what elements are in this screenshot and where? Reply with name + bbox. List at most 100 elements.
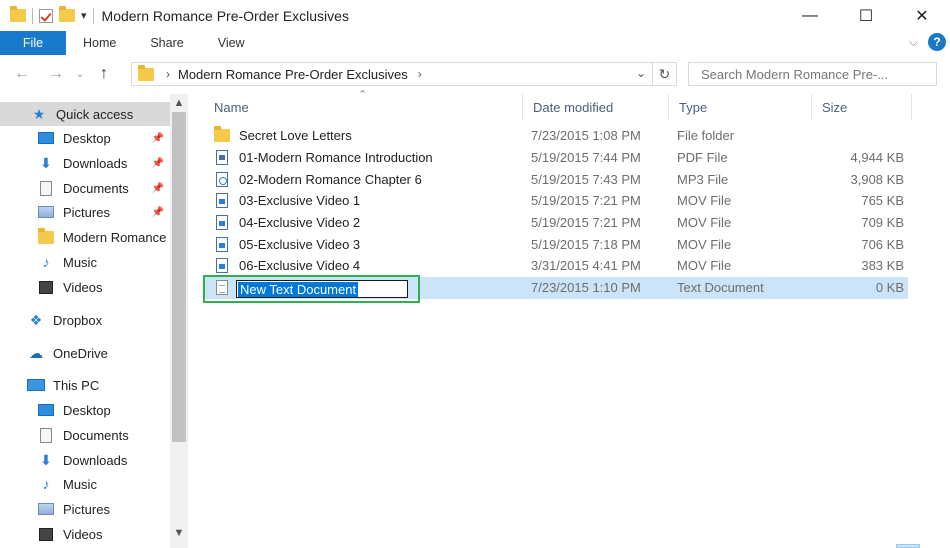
- column-headers: ⌃ Name Date modified Type Size: [204, 89, 914, 120]
- sidebar-item-downloads[interactable]: ⬇ Downloads 📌: [0, 151, 170, 175]
- sidebar-item-music[interactable]: ♪ Music: [0, 250, 170, 274]
- pin-icon[interactable]: 📌: [152, 133, 164, 144]
- sidebar-item-pc-documents[interactable]: Documents: [0, 423, 170, 447]
- new-folder-icon[interactable]: [59, 6, 75, 22]
- chevron-right-icon[interactable]: ›: [418, 67, 422, 81]
- pictures-icon: [38, 503, 54, 515]
- pdf-file-icon: [216, 150, 228, 166]
- title-bar: ▾ Modern Romance Pre-Order Exclusives — …: [0, 0, 950, 31]
- file-row[interactable]: 03-Exclusive Video 1 5/19/2015 7:21 PM M…: [204, 190, 908, 212]
- file-row[interactable]: Secret Love Letters 7/23/2015 1:08 PM Fi…: [204, 125, 908, 147]
- pin-icon[interactable]: 📌: [152, 183, 164, 194]
- up-arrow-icon[interactable]: ↑: [92, 65, 116, 83]
- sidebar-item-label: This PC: [53, 377, 100, 393]
- file-date: 5/19/2015 7:43 PM: [531, 172, 641, 188]
- download-icon: ⬇: [40, 451, 52, 468]
- file-row[interactable]: 06-Exclusive Video 4 3/31/2015 4:41 PM M…: [204, 255, 908, 277]
- file-type: PDF File: [677, 150, 728, 166]
- file-name: Secret Love Letters: [239, 128, 352, 144]
- chevron-down-icon[interactable]: ⌄: [636, 66, 646, 80]
- file-date: 5/19/2015 7:21 PM: [531, 215, 641, 231]
- refresh-icon[interactable]: ↻: [652, 63, 676, 85]
- sidebar-item-dropbox[interactable]: ❖ Dropbox: [0, 308, 170, 332]
- address-bar[interactable]: › Modern Romance Pre-Order Exclusives › …: [131, 62, 677, 86]
- column-header-name[interactable]: Name: [204, 94, 523, 120]
- sidebar-item-videos[interactable]: Videos: [0, 275, 170, 299]
- scroll-up-icon[interactable]: ▲: [170, 94, 188, 112]
- address-path[interactable]: Modern Romance Pre-Order Exclusives: [178, 67, 408, 82]
- folder-icon: [10, 6, 26, 22]
- search-input[interactable]: Search Modern Romance Pre-...: [688, 62, 937, 86]
- tab-file[interactable]: File: [0, 31, 66, 55]
- sidebar-item-label: Videos: [63, 279, 103, 295]
- sidebar-item-label: Music: [63, 476, 97, 492]
- sidebar-item-label: Documents: [63, 180, 129, 196]
- sidebar-item-documents[interactable]: Documents 📌: [0, 176, 170, 200]
- desktop-icon: [38, 132, 54, 144]
- onedrive-icon: ☁: [29, 344, 43, 361]
- customize-toolbar-icon[interactable]: ▾: [81, 9, 87, 22]
- maximize-button[interactable]: ☐: [838, 0, 894, 31]
- column-header-date-modified[interactable]: Date modified: [523, 94, 669, 120]
- sidebar-item-label: Pictures: [63, 501, 110, 517]
- mov-file-icon: [216, 193, 228, 209]
- tab-home[interactable]: Home: [66, 31, 133, 55]
- expand-ribbon-icon[interactable]: ⌵: [909, 35, 918, 50]
- sidebar-item-pc-downloads[interactable]: ⬇ Downloads: [0, 448, 170, 472]
- minimize-button[interactable]: —: [782, 0, 838, 31]
- column-header-type[interactable]: Type: [669, 94, 812, 120]
- tab-share[interactable]: Share: [133, 31, 200, 55]
- tab-view[interactable]: View: [201, 31, 262, 55]
- sidebar-item-desktop[interactable]: Desktop 📌: [0, 126, 170, 150]
- sidebar-item-this-pc[interactable]: This PC: [0, 373, 170, 397]
- music-icon: ♪: [42, 476, 50, 492]
- sidebar-item-modern-romance[interactable]: Modern Romance: [0, 225, 170, 249]
- column-header-size[interactable]: Size: [812, 94, 912, 120]
- file-date: 5/19/2015 7:21 PM: [531, 193, 641, 209]
- rename-input[interactable]: New Text Document: [236, 280, 408, 298]
- sidebar-item-pc-videos[interactable]: Videos: [0, 522, 170, 546]
- sidebar-item-pc-desktop[interactable]: Desktop: [0, 398, 170, 422]
- close-button[interactable]: ✕: [894, 0, 950, 31]
- pin-icon[interactable]: 📌: [152, 207, 164, 218]
- file-row[interactable]: 04-Exclusive Video 2 5/19/2015 7:21 PM M…: [204, 212, 908, 234]
- file-date: 7/23/2015 1:08 PM: [531, 128, 641, 144]
- window-title: Modern Romance Pre-Order Exclusives: [101, 7, 349, 24]
- sidebar-item-label: Music: [63, 254, 97, 270]
- sidebar-item-pc-pictures[interactable]: Pictures: [0, 497, 170, 521]
- chevron-right-icon[interactable]: ›: [166, 67, 170, 81]
- star-icon: ★: [32, 105, 46, 122]
- file-row[interactable]: 05-Exclusive Video 3 5/19/2015 7:18 PM M…: [204, 234, 908, 256]
- desktop-icon: [38, 404, 54, 416]
- file-name: 02-Modern Romance Chapter 6: [239, 172, 422, 188]
- view-toggle[interactable]: [896, 544, 920, 548]
- file-type: MOV File: [677, 237, 732, 253]
- mov-file-icon: [216, 215, 228, 231]
- sidebar-item-onedrive[interactable]: ☁ OneDrive: [0, 341, 170, 365]
- folder-icon: [138, 64, 154, 81]
- help-icon[interactable]: ?: [928, 33, 946, 51]
- pin-icon[interactable]: 📌: [152, 158, 164, 169]
- scrollbar-thumb[interactable]: [172, 112, 186, 442]
- sidebar-item-label: Pictures: [63, 204, 110, 220]
- sidebar-item-pc-music[interactable]: ♪ Music: [0, 472, 170, 496]
- back-arrow-icon[interactable]: ←: [10, 65, 34, 83]
- sidebar-item-pictures[interactable]: Pictures 📌: [0, 200, 170, 224]
- sidebar-item-label: Modern Romance: [63, 229, 167, 245]
- file-type: MOV File: [677, 258, 732, 274]
- file-row[interactable]: 02-Modern Romance Chapter 6 5/19/2015 7:…: [204, 169, 908, 191]
- folder-icon: [38, 227, 54, 244]
- mov-file-icon: [216, 237, 228, 253]
- sidebar-scrollbar[interactable]: ▲ ▼: [170, 94, 188, 548]
- scroll-down-icon[interactable]: ▼: [170, 524, 188, 542]
- file-row[interactable]: 01-Modern Romance Introduction 5/19/2015…: [204, 147, 908, 169]
- file-size: 383 KB: [861, 258, 904, 274]
- file-size: 3,908 KB: [850, 172, 905, 188]
- sidebar-item-quick-access[interactable]: ★ Quick access: [0, 102, 170, 126]
- recent-locations-icon[interactable]: ⌄: [72, 69, 88, 80]
- forward-arrow-icon[interactable]: →: [44, 65, 68, 83]
- sidebar-item-label: Downloads: [63, 452, 128, 468]
- properties-icon[interactable]: [39, 8, 53, 23]
- sidebar-item-label: Downloads: [63, 155, 128, 171]
- sidebar-item-label: Dropbox: [53, 312, 103, 328]
